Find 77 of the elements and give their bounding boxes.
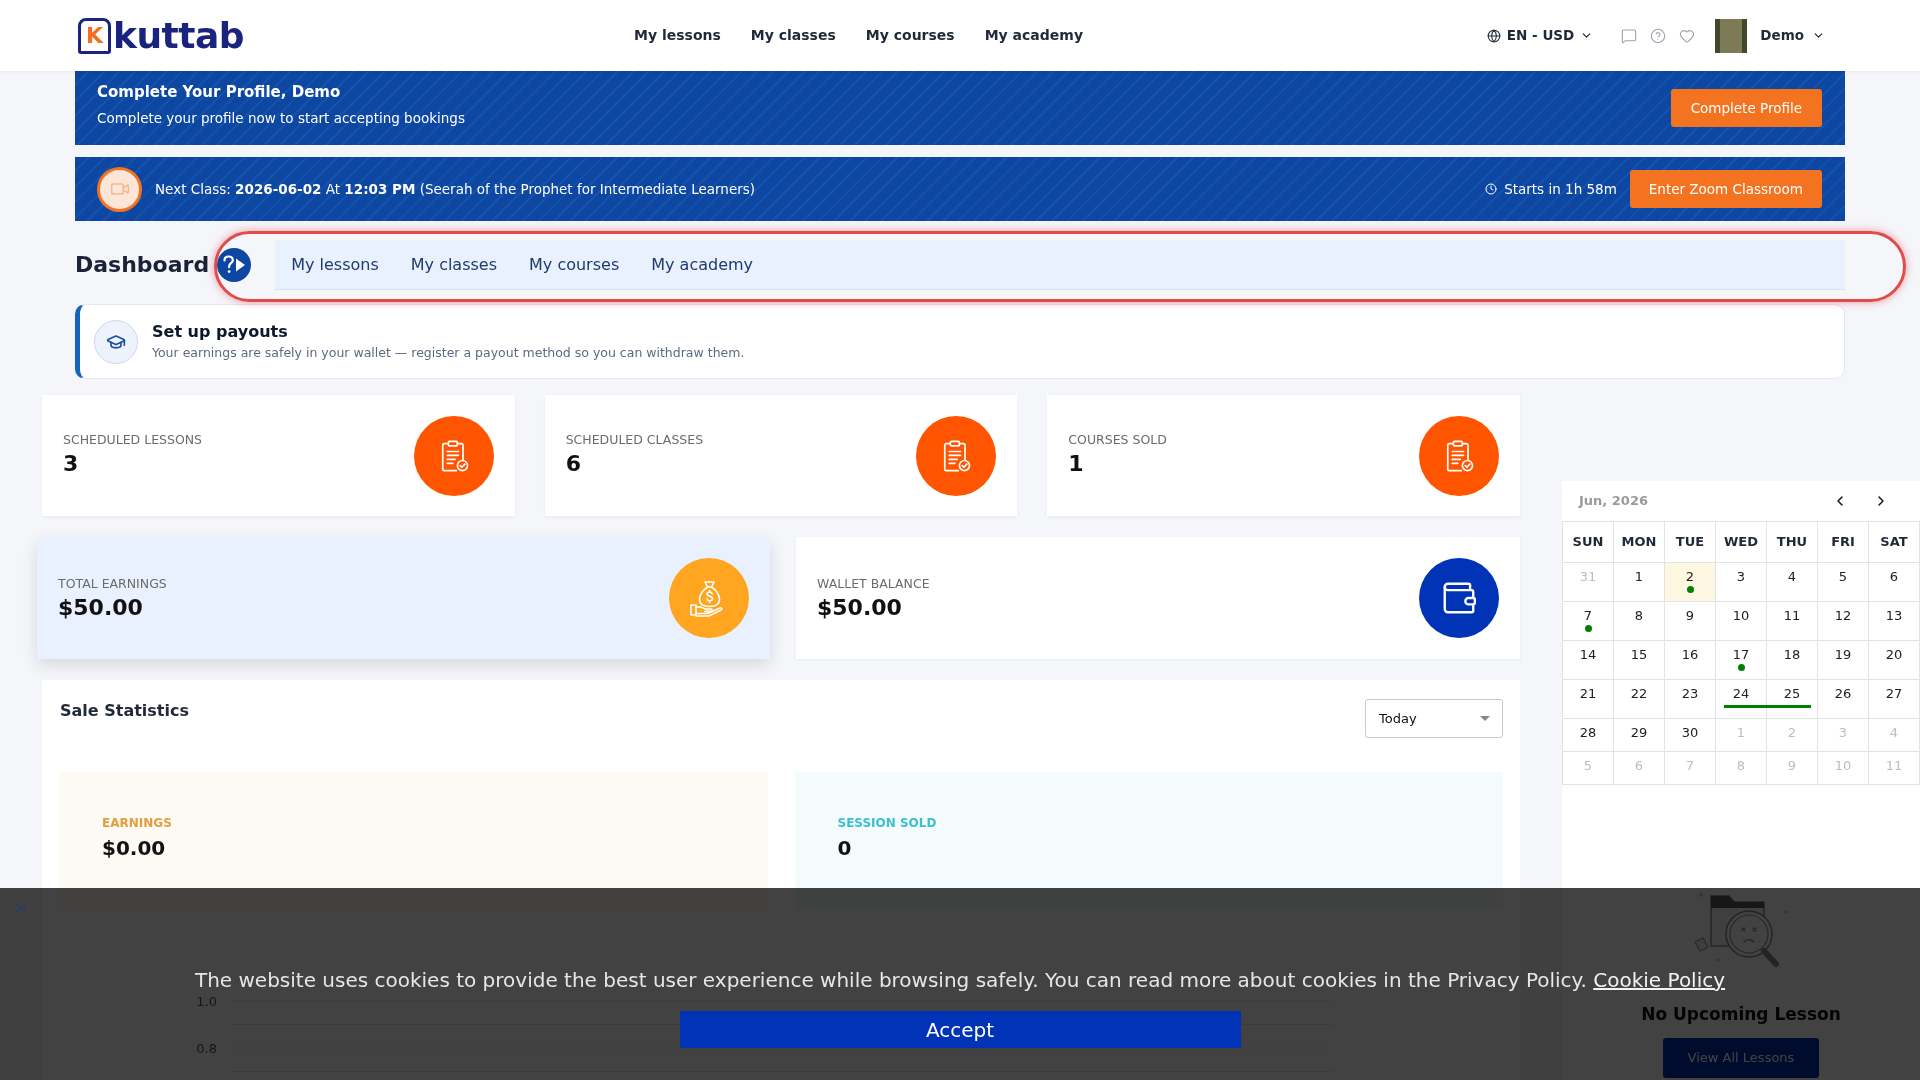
- language-currency-selector[interactable]: EN - USD: [1486, 25, 1594, 46]
- balance-label: WALLET BALANCE: [817, 575, 930, 592]
- help-play-icon[interactable]: [217, 248, 252, 282]
- cookie-policy-link[interactable]: Cookie Policy: [1593, 968, 1726, 992]
- calendar-day[interactable]: 2: [1665, 563, 1716, 602]
- calendar-day[interactable]: 5: [1818, 563, 1869, 602]
- clock-icon: [1485, 183, 1498, 195]
- calendar-day[interactable]: 26: [1818, 680, 1869, 719]
- calendar-day[interactable]: 1: [1614, 563, 1665, 602]
- cookie-notice-text: The website uses cookies to provide the best user experience while browsing safely. You can read more about cookies in the Privacy Policy. Cookie Policy: [194, 967, 1726, 994]
- video-camera-icon: [97, 166, 142, 212]
- nav-link[interactable]: My lessons: [634, 25, 721, 46]
- calendar-day[interactable]: 15: [1614, 641, 1665, 680]
- calendar-day[interactable]: 9: [1665, 602, 1716, 641]
- nav-link[interactable]: My courses: [865, 25, 955, 46]
- dashboard-tab[interactable]: My classes: [394, 240, 514, 289]
- banner-title: Complete Your Profile, Demo: [97, 82, 342, 102]
- payout-title: Set up payouts: [152, 322, 289, 342]
- calendar-day[interactable]: 17: [1716, 641, 1767, 680]
- dashboard-tab[interactable]: My lessons: [275, 240, 395, 289]
- accept-button[interactable]: Accept: [679, 1011, 1241, 1048]
- next-class-text: Next Class: 2026-06-02 At 12:03 PM (Seerah of the Prophet for Intermediate Learners): [155, 179, 756, 199]
- calendar-day[interactable]: 10: [1716, 602, 1767, 641]
- calendar-day[interactable]: 28: [1563, 719, 1614, 752]
- summary-value: $0.00: [102, 836, 167, 860]
- stat-label: SCHEDULED CLASSES: [565, 431, 704, 448]
- calendar-day[interactable]: 18: [1767, 641, 1818, 680]
- stat-value: 3: [63, 450, 80, 477]
- summary-value: 0: [837, 836, 853, 860]
- stat-label: SCHEDULED LESSONS: [63, 431, 203, 448]
- calendar-month: Jun, 2026: [1579, 492, 1648, 511]
- nav-link[interactable]: My classes: [750, 25, 836, 46]
- calendar-day[interactable]: 7: [1563, 602, 1614, 641]
- calendar-day[interactable]: 14: [1563, 641, 1614, 680]
- calendar-day[interactable]: 3: [1716, 563, 1767, 602]
- balance-value: $50.00: [817, 594, 903, 621]
- graduation-cap-icon: [94, 319, 138, 364]
- calendar-day[interactable]: 4: [1767, 563, 1818, 602]
- calendar-day[interactable]: 11: [1767, 602, 1818, 641]
- calendar-day[interactable]: 30: [1665, 719, 1716, 752]
- stat-value: 1: [1068, 450, 1085, 477]
- calendar-day[interactable]: 21: [1563, 680, 1614, 719]
- dashboard-tab[interactable]: My academy: [635, 240, 770, 289]
- nav-link[interactable]: My academy: [984, 25, 1084, 46]
- caret-icon: [1480, 716, 1490, 721]
- logo-mark: K: [78, 17, 111, 54]
- balance-value: $50.00: [58, 594, 144, 621]
- calendar-day[interactable]: 12: [1818, 602, 1869, 641]
- stat-value: 6: [565, 450, 582, 477]
- calendar-day[interactable]: 24: [1716, 680, 1767, 719]
- globe-icon: [1486, 28, 1501, 43]
- section-title: Sale Statistics: [59, 700, 189, 722]
- calendar-day[interactable]: 19: [1818, 641, 1869, 680]
- dashboard-tab[interactable]: My courses: [513, 240, 636, 289]
- payout-text: Your earnings are safely in your wallet — register a payout method so you can withdraw them.: [152, 345, 745, 361]
- balance-label: TOTAL EARNINGS: [58, 575, 167, 592]
- calendar-day[interactable]: 23: [1665, 680, 1716, 719]
- user-menu[interactable]: Demo: [1760, 25, 1825, 46]
- calendar-day[interactable]: 20: [1869, 641, 1920, 680]
- calendar-day[interactable]: 8: [1614, 602, 1665, 641]
- logo-wordmark: kuttab: [113, 15, 245, 56]
- banner-text: Complete your profile now to start accepting bookings: [97, 109, 465, 127]
- calendar-day[interactable]: 13: [1869, 602, 1920, 641]
- summary-label: EARNINGS: [102, 816, 173, 831]
- page-title: Dashboard: [75, 251, 210, 279]
- stat-label: COURSES SOLD: [1068, 431, 1167, 448]
- empty-state-message: No Upcoming Lesson: [1641, 1003, 1841, 1025]
- summary-label: SESSION SOLD: [837, 816, 938, 831]
- countdown-text: Starts in 1h 58m: [1504, 179, 1617, 199]
- calendar-day[interactable]: 27: [1869, 680, 1920, 719]
- calendar-day[interactable]: 6: [1869, 563, 1920, 602]
- avatar-placeholder[interactable]: [1715, 18, 1748, 53]
- calendar-day[interactable]: 29: [1614, 719, 1665, 752]
- calendar-day[interactable]: 22: [1614, 680, 1665, 719]
- calendar-day[interactable]: 25: [1767, 680, 1818, 719]
- calendar-day[interactable]: 16: [1665, 641, 1716, 680]
- period-select[interactable]: Today: [1365, 699, 1503, 738]
